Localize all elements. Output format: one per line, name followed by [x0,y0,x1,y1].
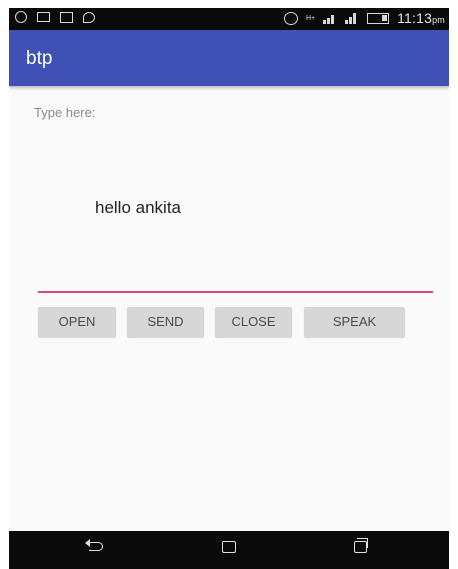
clock: 11:13pm [397,10,445,26]
app-bar: btp [9,30,449,86]
message-icon [37,12,50,22]
input-label: Type here: [34,105,96,120]
recent-apps-icon[interactable] [354,538,368,553]
speak-button[interactable]: SPEAK [304,307,405,337]
signal-icon [323,13,337,24]
back-icon[interactable] [85,539,103,551]
signal-icon [345,12,359,24]
whatsapp-icon [15,11,27,23]
network-icon: H+ [305,14,316,22]
status-bar: H+ 11:13pm [9,8,449,30]
input-underline [38,291,433,293]
chat-icon [83,11,95,23]
message-input[interactable]: hello ankita [95,198,181,218]
status-left-icons [15,11,95,23]
navigation-bar [9,531,449,569]
app-title: btp [26,48,53,69]
alarm-icon [283,11,298,25]
home-icon[interactable] [222,541,236,553]
close-button[interactable]: CLOSE [215,307,292,337]
gallery-icon [60,11,73,23]
phone-screen: H+ 11:13pm btp Type here: hello ankita O… [9,8,449,569]
clock-suffix: pm [432,15,445,25]
battery-icon [367,12,390,24]
status-right-icons: H+ 11:13pm [283,10,445,26]
open-button[interactable]: OPEN [38,307,116,337]
send-button[interactable]: SEND [127,307,204,337]
